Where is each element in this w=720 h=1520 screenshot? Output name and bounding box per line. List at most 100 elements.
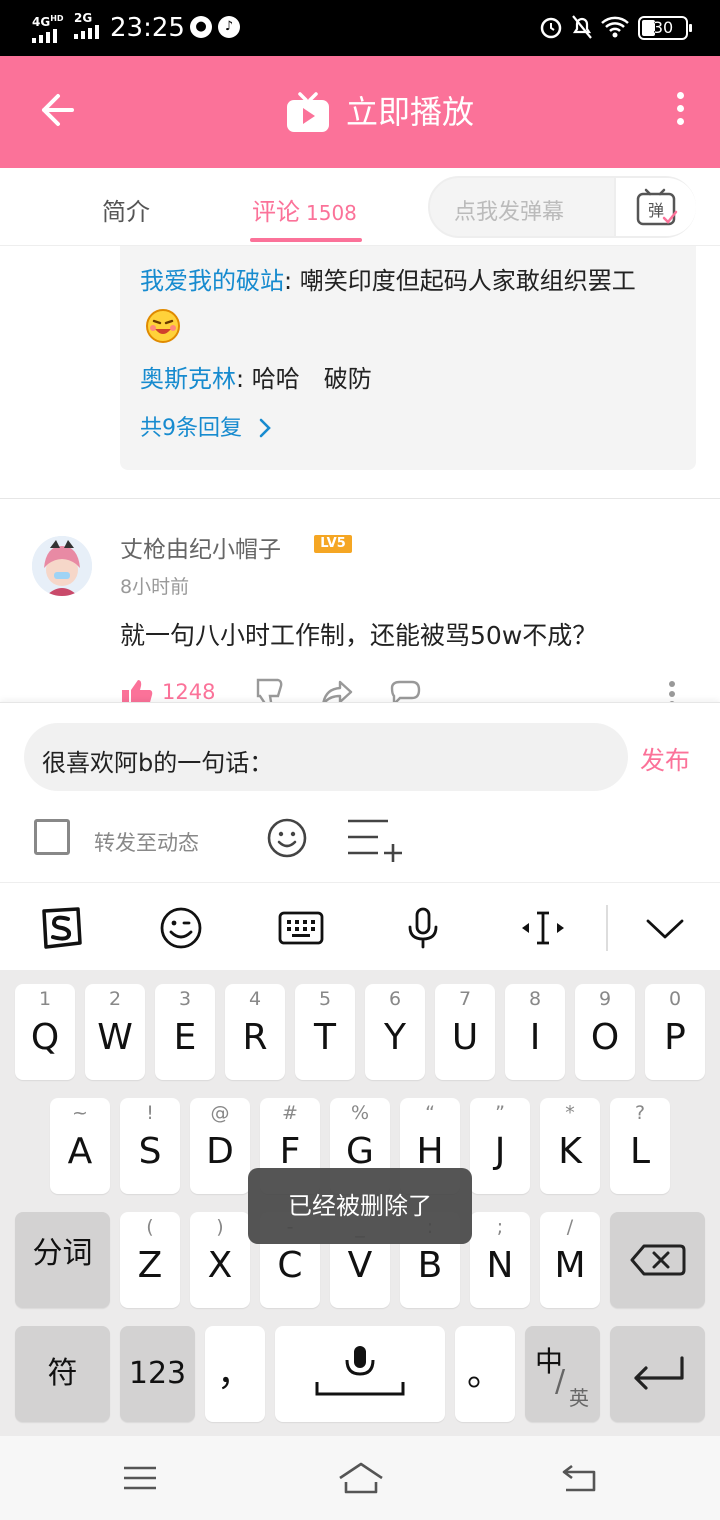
reply-text: 哈哈 破防 (251, 365, 372, 393)
enter-icon (634, 1356, 684, 1390)
add-to-list-icon[interactable] (344, 815, 404, 863)
numbers-key[interactable]: 123 (120, 1326, 195, 1422)
key-j[interactable]: ” J (470, 1098, 530, 1194)
reply-item[interactable]: 我爱我的破站: 嘲笑印度但起码人家敢组织罢工 (140, 258, 670, 350)
mute-notification-icon (572, 15, 592, 39)
comment-input[interactable]: 很喜欢阿b的一句话： (24, 723, 628, 791)
danmu-icon: 弹 (636, 188, 678, 226)
thumbs-up-icon[interactable] (120, 678, 154, 702)
avatar[interactable] (32, 536, 92, 596)
language-switch-key[interactable]: 中 / 英 (525, 1326, 600, 1422)
reply-item[interactable]: 奥斯克林: 哈哈 破防 (140, 356, 670, 402)
key-m[interactable]: / M (540, 1212, 600, 1308)
back-nav-icon[interactable] (560, 1460, 600, 1496)
more-options-icon[interactable] (670, 92, 690, 132)
publish-button[interactable]: 发布 (640, 741, 690, 777)
key-x[interactable]: ) X (190, 1212, 250, 1308)
key-y[interactable]: 6Y (365, 984, 425, 1080)
network-indicator-2: 2G (74, 12, 104, 39)
enter-key[interactable] (610, 1326, 705, 1422)
tab-comments[interactable]: 评论 1508 (252, 192, 357, 227)
key-u[interactable]: 7U (435, 984, 495, 1080)
danmu-toggle-button[interactable]: 弹 (614, 178, 696, 236)
cursor-move-icon[interactable] (520, 905, 566, 951)
key-s[interactable]: ! S (120, 1098, 180, 1194)
emoji-icon[interactable] (266, 817, 308, 859)
clock: 23:25 (110, 13, 185, 43)
collapse-keyboard-icon[interactable] (642, 905, 688, 951)
comment-text: 就一句八小时工作制，还能被骂50w不成？ (120, 621, 598, 650)
title-bar: 立即播放 (0, 56, 720, 168)
tab-comments-label: 评论 (252, 198, 300, 226)
wifi-icon (601, 16, 629, 38)
keyboard-toolbar (0, 882, 720, 970)
alarm-icon (540, 17, 562, 39)
laughing-emoji-icon (146, 309, 180, 343)
comma-key[interactable]: ， (205, 1326, 265, 1422)
reply-text: 嘲笑印度但起码人家敢组织罢工 (299, 267, 636, 295)
play-now-title[interactable]: 立即播放 (346, 90, 474, 134)
status-bar: 4GHD 2G 23:25 ● ♪ 30 (0, 0, 720, 56)
svg-text:弹: 弹 (648, 201, 664, 220)
space-mic-icon (315, 1346, 405, 1396)
comments-count: 1508 (306, 201, 357, 225)
wechat-icon: ● (190, 16, 212, 38)
backspace-key[interactable] (610, 1212, 705, 1308)
comment-actions: 1248 (120, 676, 700, 702)
key-q[interactable]: 1Q (15, 984, 75, 1080)
symbol-key[interactable]: 符 (15, 1326, 110, 1422)
tab-intro[interactable]: 简介 (102, 192, 150, 227)
comment-username[interactable]: 丈枪由纪小帽子 (120, 530, 281, 564)
key-i[interactable]: 8I (505, 984, 565, 1080)
menu-icon[interactable] (120, 1460, 160, 1496)
key-d[interactable]: @ D (190, 1098, 250, 1194)
space-voice-key[interactable] (275, 1326, 445, 1422)
forward-label: 转发至动态 (94, 831, 199, 855)
battery-indicator: 30 (638, 16, 692, 40)
home-icon[interactable] (336, 1460, 386, 1496)
signal-bars-icon (32, 29, 57, 43)
music-app-icon: ♪ (218, 16, 240, 38)
signal-bars-icon (74, 25, 99, 39)
emoji-keyboard-icon[interactable] (158, 905, 204, 951)
key-e[interactable]: 3E (155, 984, 215, 1080)
reply-username[interactable]: 我爱我的破站 (140, 267, 284, 295)
comment-more-icon[interactable] (668, 678, 676, 702)
toast-message: 已经被删除了 (248, 1168, 472, 1244)
period-key[interactable]: 。 (455, 1326, 515, 1422)
tv-play-icon[interactable] (284, 88, 332, 136)
thumbs-down-icon[interactable] (254, 678, 286, 702)
forward-checkbox[interactable] (34, 819, 70, 855)
back-arrow-icon[interactable] (36, 90, 76, 130)
segment-key[interactable]: 分词 (15, 1212, 110, 1308)
anime-avatar-icon (32, 536, 92, 596)
key-p[interactable]: 0P (645, 984, 705, 1080)
key-z[interactable]: (Z (120, 1212, 180, 1308)
view-all-replies-link[interactable]: 共9条回复 (140, 410, 273, 442)
keyboard-switch-icon[interactable] (278, 905, 324, 951)
key-l[interactable]: ? L (610, 1098, 670, 1194)
share-icon[interactable] (320, 678, 354, 702)
key-a[interactable]: ~ A (50, 1098, 110, 1194)
key-n[interactable]: ; N (470, 1212, 530, 1308)
key-w[interactable]: 2W (85, 984, 145, 1080)
key-r[interactable]: 4R (225, 984, 285, 1080)
chevron-right-icon (259, 418, 271, 438)
backspace-icon (630, 1244, 686, 1276)
level-badge: LV5 (314, 535, 352, 553)
reply-bubble-icon[interactable] (388, 678, 422, 702)
danmu-input[interactable]: 点我发弹幕 弹 (428, 176, 696, 238)
reply-list: 我爱我的破站: 嘲笑印度但起码人家敢组织罢工 奥斯克林: 哈哈 破防 共9条回复 (120, 246, 696, 470)
reply-username[interactable]: 奥斯克林 (140, 365, 236, 393)
sogou-logo-icon[interactable] (38, 905, 84, 951)
network-indicator-1: 4GHD (32, 12, 64, 43)
navigation-bar (0, 1436, 720, 1520)
microphone-icon[interactable] (400, 905, 446, 951)
comment-input-value: 很喜欢阿b的一句话： (42, 749, 274, 777)
active-tab-indicator (250, 238, 362, 242)
key-k[interactable]: * K (540, 1098, 600, 1194)
key-o[interactable]: 9O (575, 984, 635, 1080)
tab-bar: 简介 评论 1508 点我发弹幕 弹 (0, 168, 720, 246)
divider (0, 498, 720, 499)
key-t[interactable]: 5T (295, 984, 355, 1080)
